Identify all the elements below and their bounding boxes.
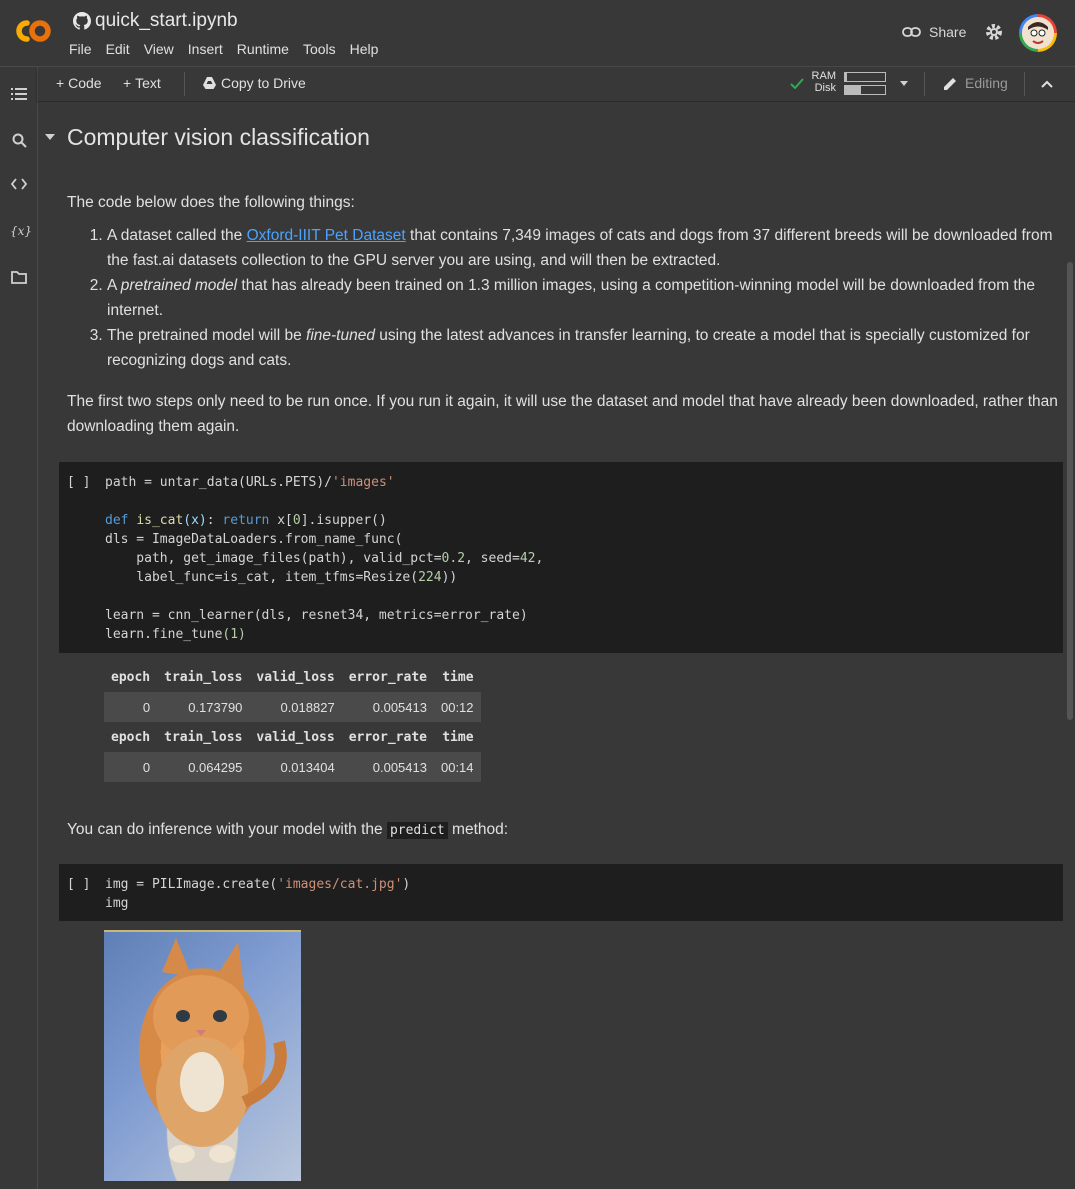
table-header-row: epoch train_loss valid_loss error_rate t…: [104, 722, 481, 752]
link-icon: [902, 27, 921, 37]
column-header: time: [442, 729, 474, 745]
menu-bar: File Edit View Insert Runtime Tools Help: [69, 41, 392, 57]
colab-logo[interactable]: [12, 16, 54, 51]
connected-check-icon: [790, 78, 804, 89]
notebook-toolbar: + Code + Text Copy to Drive RAM Disk Edi…: [38, 67, 1075, 102]
toolbar-divider: [924, 72, 925, 96]
menu-runtime[interactable]: Runtime: [237, 41, 289, 57]
ram-label: RAM: [811, 70, 836, 82]
column-header: time: [442, 669, 474, 685]
pencil-icon: [944, 77, 956, 90]
add-text-label: Text: [135, 75, 161, 91]
column-header: error_rate: [348, 729, 427, 745]
menu-edit[interactable]: Edit: [106, 41, 130, 57]
plus-icon: +: [56, 75, 65, 91]
column-header: epoch: [111, 729, 151, 745]
add-code-label: Code: [68, 75, 102, 91]
code-cell[interactable]: [ ] img = PILImage.create('images/cat.jp…: [59, 864, 1063, 921]
collapse-section-icon[interactable]: [45, 134, 55, 140]
list-item: A dataset called the Oxford-IIIT Pet Dat…: [107, 223, 1062, 273]
menu-view[interactable]: View: [144, 41, 174, 57]
column-header: valid_loss: [256, 729, 335, 745]
menu-help[interactable]: Help: [350, 41, 379, 57]
share-button[interactable]: Share: [902, 24, 966, 40]
toolbar-divider: [184, 72, 185, 96]
list-item: The pretrained model will be fine-tuned …: [107, 323, 1062, 373]
list-item: A pretrained model that has already been…: [107, 273, 1062, 323]
code-editor[interactable]: path = untar_data(URLs.PETS)/'images' de…: [105, 473, 543, 644]
add-code-button[interactable]: + Code: [56, 75, 102, 91]
copy-to-drive-button[interactable]: Copy to Drive: [203, 75, 306, 91]
search-icon[interactable]: [10, 133, 28, 151]
column-header: error_rate: [348, 669, 427, 685]
menu-file[interactable]: File: [69, 41, 92, 57]
disk-usage-bar: [844, 85, 886, 95]
training-results-table: epoch train_loss valid_loss error_rate t…: [104, 662, 481, 782]
code-cell[interactable]: [ ] path = untar_data(URLs.PETS)/'images…: [59, 462, 1063, 653]
resources-dropdown-icon[interactable]: [900, 81, 908, 86]
table-cell: 0.013404: [249, 752, 342, 782]
steps-list: A dataset called the Oxford-IIIT Pet Dat…: [67, 223, 1062, 373]
ram-usage-bar: [844, 72, 886, 82]
plus-icon: +: [123, 75, 132, 91]
share-label: Share: [929, 24, 967, 40]
table-cell: 0.064295: [157, 752, 250, 782]
code-editor[interactable]: img = PILImage.create('images/cat.jpg') …: [105, 875, 410, 913]
table-cell: 0.005413: [341, 692, 434, 722]
table-cell: 00:12: [433, 692, 481, 722]
table-cell: 0.005413: [341, 752, 434, 782]
predict-inline-code: predict: [386, 822, 448, 839]
table-cell: 0: [104, 752, 158, 782]
menu-insert[interactable]: Insert: [188, 41, 223, 57]
menu-tools[interactable]: Tools: [303, 41, 336, 57]
table-of-contents-icon[interactable]: [10, 87, 28, 105]
table-row: 0 0.064295 0.013404 0.005413 00:14: [104, 752, 481, 782]
table-cell: 00:14: [433, 752, 481, 782]
left-sidebar: {x}: [0, 67, 38, 1189]
notebook-title[interactable]: quick_start.ipynb: [95, 10, 238, 32]
column-header: train_loss: [164, 669, 243, 685]
section-heading: Computer vision classification: [67, 124, 370, 150]
github-icon: [73, 12, 91, 30]
intro-text: The code below does the following things…: [67, 194, 355, 211]
vertical-scrollbar[interactable]: [1067, 262, 1073, 720]
column-header: valid_loss: [256, 669, 335, 685]
cat-image-output: [104, 930, 301, 1181]
editing-mode-button[interactable]: Editing: [943, 75, 1008, 91]
oxford-pet-dataset-link[interactable]: Oxford-IIIT Pet Dataset: [247, 227, 406, 244]
column-header: train_loss: [164, 729, 243, 745]
column-header: epoch: [111, 669, 151, 685]
editing-label: Editing: [965, 75, 1008, 91]
disk-label: Disk: [814, 82, 836, 94]
table-header-row: epoch train_loss valid_loss error_rate t…: [104, 662, 481, 692]
user-avatar[interactable]: [1019, 14, 1057, 52]
inference-text: You can do inference with your model wit…: [67, 821, 509, 839]
table-cell: 0.018827: [249, 692, 342, 722]
ram-usage-fill: [845, 73, 847, 81]
resources-indicator[interactable]: RAM Disk: [810, 70, 836, 94]
settings-gear-icon[interactable]: [984, 22, 1004, 47]
variables-icon[interactable]: {x}: [10, 224, 32, 242]
drive-icon: [203, 77, 216, 89]
chevron-up-icon[interactable]: [1041, 80, 1053, 88]
copy-to-drive-label: Copy to Drive: [221, 75, 306, 91]
table-row: 0 0.173790 0.018827 0.005413 00:12: [104, 692, 481, 722]
folder-icon[interactable]: [10, 271, 28, 289]
run-cell-button[interactable]: [ ]: [67, 877, 90, 892]
add-text-button[interactable]: + Text: [123, 75, 161, 91]
table-cell: 0.173790: [157, 692, 250, 722]
table-cell: 0: [104, 692, 158, 722]
run-cell-button[interactable]: [ ]: [67, 475, 90, 490]
code-snippets-icon[interactable]: [10, 178, 28, 196]
app-header: quick_start.ipynb File Edit View Insert …: [0, 0, 1075, 67]
notebook-body: Computer vision classification The code …: [38, 102, 1075, 1189]
paragraph-text: The first two steps only need to be run …: [67, 393, 1058, 435]
disk-usage-fill: [845, 86, 861, 94]
toolbar-divider: [1024, 72, 1025, 96]
